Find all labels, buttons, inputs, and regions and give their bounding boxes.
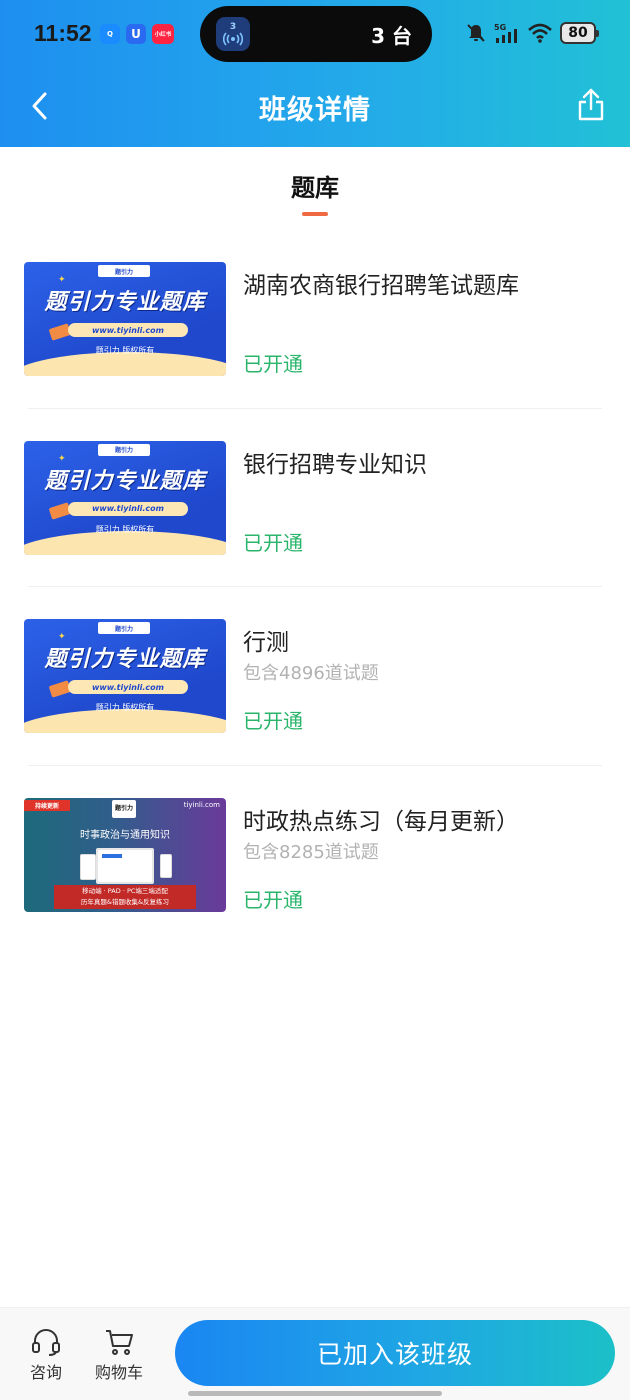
- feature-line-1: 移动端 · PAD · PC端三端适配: [82, 886, 168, 895]
- tab-label: 题库: [291, 174, 339, 202]
- broadcast-icon: [223, 32, 243, 46]
- cast-app-icon: 3: [216, 17, 250, 51]
- feature-banner: 移动端 · PAD · PC端三端适配 历年真题&错题收集&反复练习: [54, 884, 196, 909]
- item-title: 时政热点练习（每月更新）: [243, 808, 519, 835]
- thumbnail-subtitle: 时事政治与通用知识: [80, 829, 170, 841]
- list-item[interactable]: ✦ 题引力 题引力专业题库 www.tiyinli.com 题引力 版权所有 行…: [0, 619, 630, 798]
- island-device-count: 3 台: [371, 24, 412, 48]
- cart-icon: [106, 1330, 133, 1355]
- status-bar: 11:52 Q U 小红书 3 3 台 5G 80: [0, 0, 630, 66]
- item-question-count: 包含8285道试题: [243, 841, 379, 863]
- brand-tag: 题引力: [98, 265, 150, 277]
- item-status: 已开通: [243, 709, 303, 733]
- signal-5g-icon: 5G: [494, 23, 517, 43]
- page-title: 班级详情: [259, 95, 371, 126]
- wifi-icon: [528, 23, 552, 43]
- share-icon: [578, 88, 604, 121]
- tab-question-bank[interactable]: 题库: [0, 168, 630, 216]
- thumbnail-url: www.tiyinli.com: [68, 680, 188, 694]
- list-item[interactable]: ✦ 题引力 题引力专业题库 www.tiyinli.com 题引力 版权所有 湖…: [0, 262, 630, 441]
- thumbnail-title: 题引力专业题库: [44, 647, 206, 672]
- dynamic-island[interactable]: 3 3 台: [200, 6, 432, 62]
- divider: [28, 407, 602, 409]
- u-app-icon: U: [126, 24, 146, 44]
- brand-logo: 题引力: [112, 799, 136, 818]
- battery-indicator: 80: [560, 22, 599, 44]
- qq-app-icon: Q: [100, 24, 120, 44]
- headset-icon: [32, 1329, 60, 1356]
- status-indicators: 5G 80: [465, 22, 599, 44]
- tablet-icon: [80, 853, 96, 880]
- thumbnail-copyright: 题引力 版权所有: [95, 524, 155, 534]
- thumbnail-title: 题引力专业题库: [44, 290, 206, 315]
- item-status: 已开通: [243, 887, 303, 912]
- thumbnail-copyright: 题引力 版权所有: [95, 703, 155, 712]
- xiaohongshu-app-icon: 小红书: [152, 24, 174, 44]
- nav-bar: 班级详情: [0, 66, 630, 147]
- item-question-count: 包含4896道试题: [243, 663, 379, 684]
- consult-label: 咨询: [29, 1363, 62, 1382]
- home-indicator[interactable]: [188, 1391, 442, 1396]
- divider: [28, 586, 602, 587]
- bell-muted-icon: [467, 24, 485, 42]
- course-thumbnail: ✦ 题引力 题引力专业题库 www.tiyinli.com 题引力 版权所有: [24, 262, 226, 376]
- brand-tag: 题引力: [98, 443, 150, 456]
- bottom-action-bar: 咨询 购物车 已加入该班级: [0, 1307, 630, 1400]
- feature-line-2: 历年真题&错题收集&反复练习: [80, 897, 170, 906]
- thumbnail-site: tiyinli.com: [183, 800, 220, 809]
- tab-active-indicator: [302, 212, 328, 216]
- update-ribbon: 持续更新: [24, 799, 70, 811]
- item-title: 银行招聘专业知识: [243, 451, 427, 478]
- item-title: 行测: [243, 630, 289, 656]
- thumbnail-url: www.tiyinli.com: [68, 323, 188, 337]
- share-button[interactable]: [574, 86, 608, 124]
- cart-button[interactable]: 购物车: [90, 1328, 148, 1383]
- item-title: 湖南农商银行招聘笔试题库: [243, 273, 519, 299]
- thumbnail-title: 题引力专业题库: [44, 468, 206, 494]
- item-status: 已开通: [243, 530, 303, 555]
- joined-class-button[interactable]: 已加入该班级: [175, 1320, 615, 1386]
- list-item[interactable]: 持续更新 题引力 tiyinli.com 时事政治与通用知识 移动端 · PAD…: [0, 797, 630, 977]
- notification-app-icons: Q U 小红书: [100, 24, 174, 44]
- list-item[interactable]: ✦ 题引力 题引力专业题库 www.tiyinli.com 题引力 版权所有 银…: [0, 440, 630, 620]
- status-time: 11:52: [34, 20, 92, 46]
- course-thumbnail: ✦ 题引力 题引力专业题库 www.tiyinli.com 题引力 版权所有: [24, 619, 226, 733]
- header: 11:52 Q U 小红书 3 3 台 5G 80 班级详情: [0, 0, 630, 147]
- thumbnail-copyright: 题引力 版权所有: [95, 346, 155, 355]
- brand-tag: 题引力: [98, 622, 150, 634]
- network-label: 5G: [494, 23, 506, 32]
- question-bank-list: ✦ 题引力 题引力专业题库 www.tiyinli.com 题引力 版权所有 湖…: [0, 262, 630, 976]
- monitor-icon: [96, 847, 154, 884]
- thumbnail-url: www.tiyinli.com: [68, 501, 188, 516]
- course-thumbnail: ✦ 题引力 题引力专业题库 www.tiyinli.com 题引力 版权所有: [24, 440, 226, 555]
- course-thumbnail: 持续更新 题引力 tiyinli.com 时事政治与通用知识 移动端 · PAD…: [24, 797, 226, 912]
- phone-icon: [160, 853, 172, 878]
- consult-button[interactable]: 咨询: [24, 1328, 68, 1383]
- cart-label: 购物车: [94, 1363, 143, 1382]
- island-badge: 3: [229, 22, 237, 32]
- item-status: 已开通: [243, 352, 303, 376]
- divider: [28, 764, 602, 766]
